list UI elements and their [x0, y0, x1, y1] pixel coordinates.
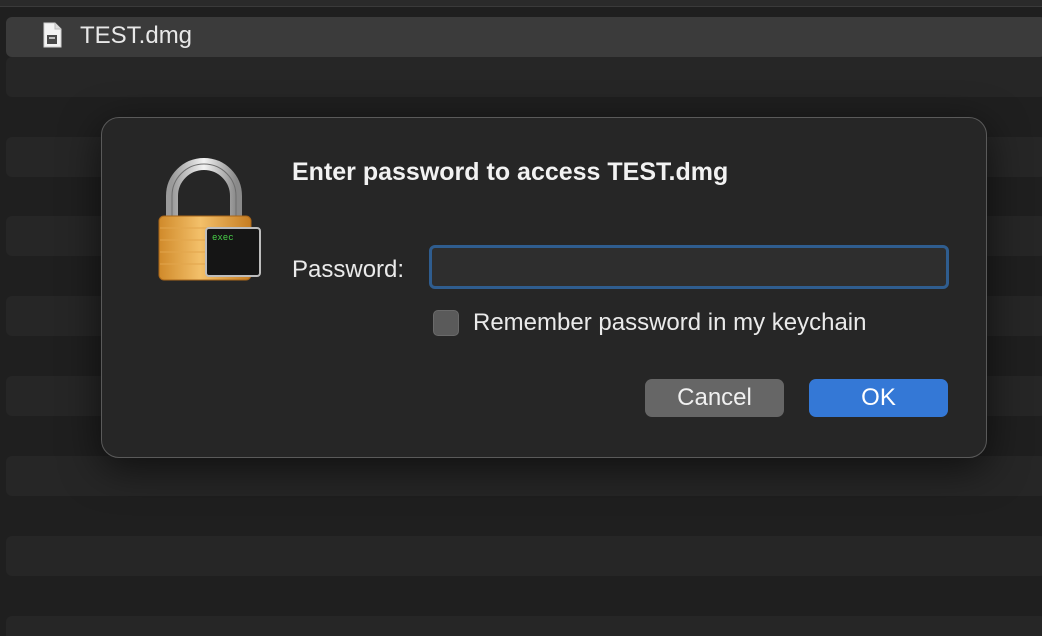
file-name[interactable]: TEST.dmg: [80, 21, 192, 51]
list-row: [6, 456, 1042, 496]
lock-exec-icon: exec: [158, 158, 261, 281]
list-row: [6, 57, 1042, 97]
remember-checkbox[interactable]: [433, 310, 459, 336]
exec-badge-text: exec: [212, 233, 234, 243]
password-dialog: exec Enter password to access TEST.dmg P…: [101, 117, 987, 458]
disk-image-file-icon: [43, 22, 62, 48]
cancel-button[interactable]: Cancel: [645, 379, 784, 417]
toolbar-divider: [0, 0, 1042, 7]
dialog-title: Enter password to access TEST.dmg: [292, 158, 729, 186]
finder-window: TEST.dmg exec Enter password to access T…: [0, 0, 1042, 636]
ok-button[interactable]: OK: [809, 379, 948, 417]
password-input[interactable]: [429, 245, 949, 289]
list-row: [6, 536, 1042, 576]
password-label: Password:: [292, 256, 405, 283]
remember-checkbox-label[interactable]: Remember password in my keychain: [473, 309, 866, 337]
list-row: [6, 616, 1042, 636]
